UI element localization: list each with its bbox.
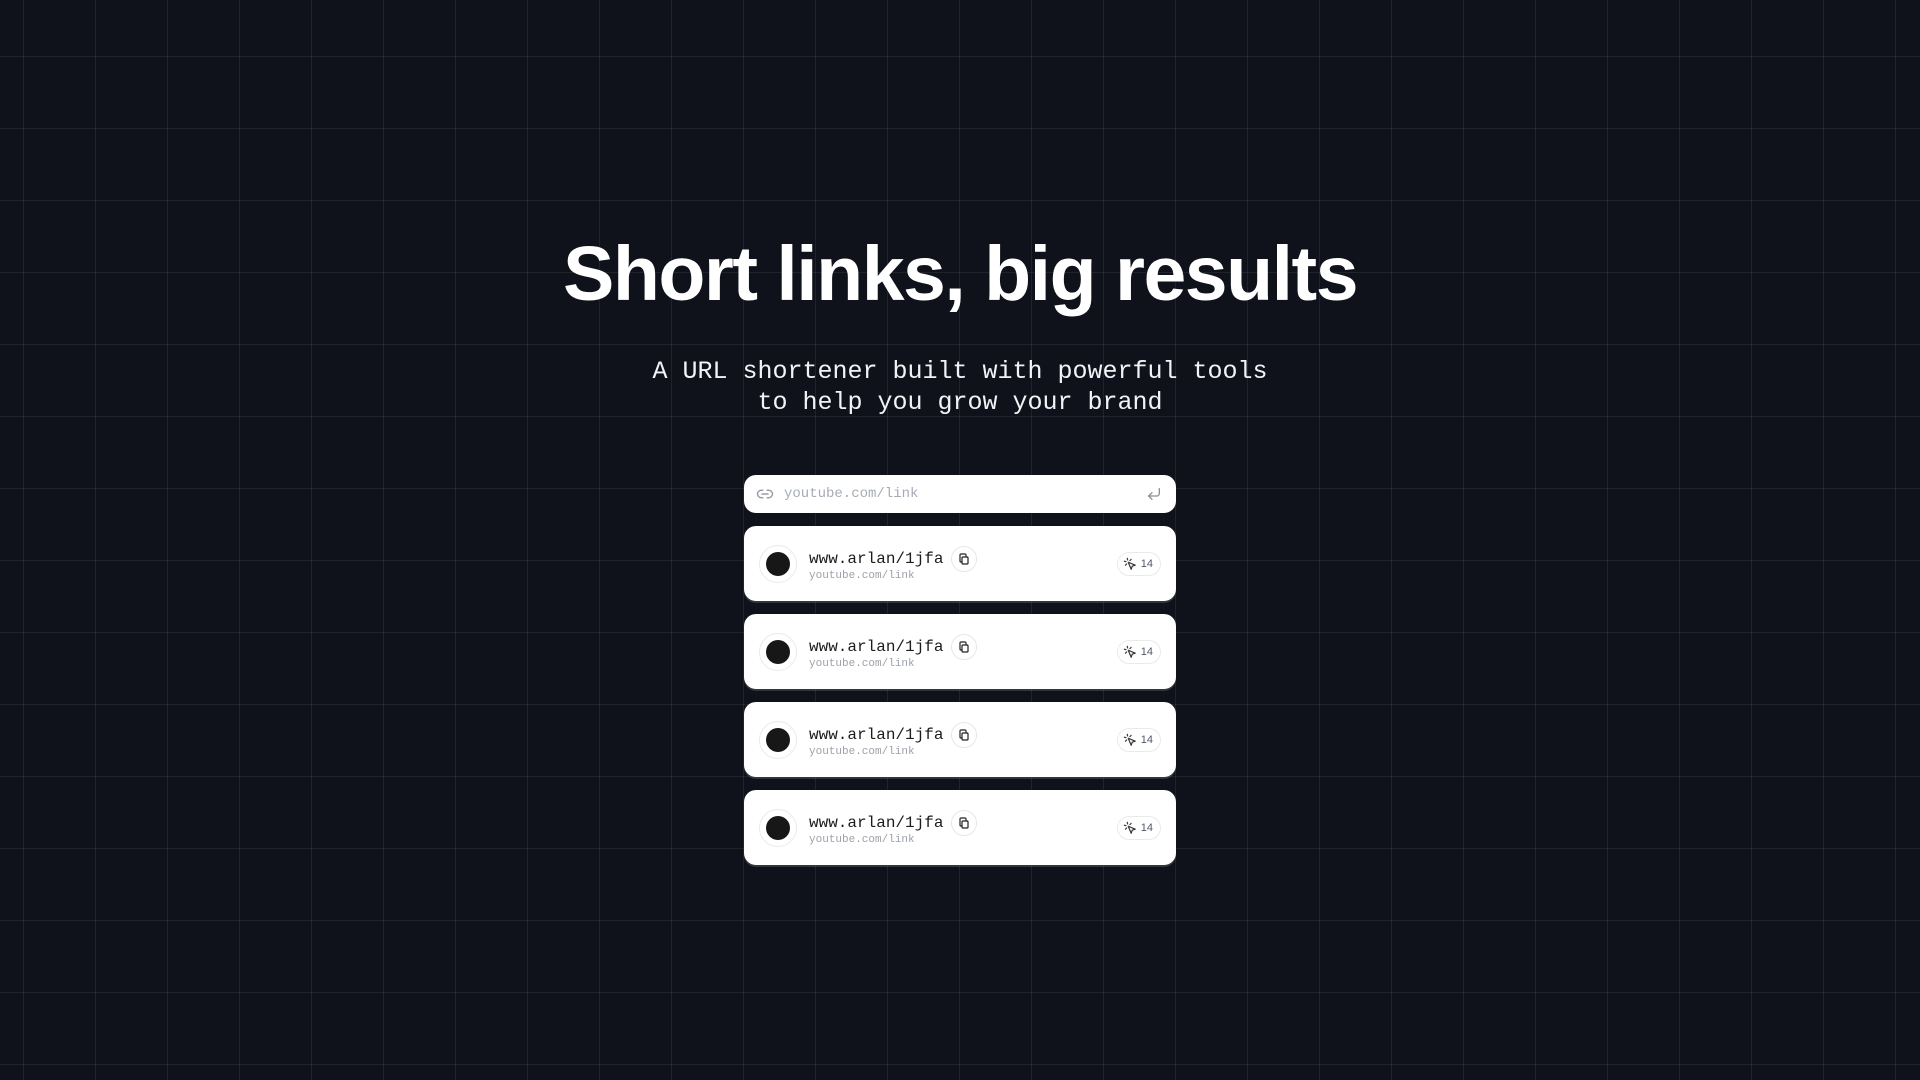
link-list: www.arlan/1jfa youtube.com/link 14 www.a… [744,526,1176,865]
cursor-click-icon [1123,733,1137,747]
enter-return-icon[interactable] [1144,484,1164,504]
copy-button[interactable] [951,545,978,572]
short-url[interactable]: www.arlan/1jfa [809,637,943,657]
favicon-avatar [759,808,797,847]
short-url[interactable]: www.arlan/1jfa [809,725,943,745]
link-icon [755,484,775,504]
original-url: youtube.com/link [809,657,915,670]
original-url: youtube.com/link [809,569,915,582]
short-url[interactable]: www.arlan/1jfa [809,813,943,833]
hero-subtitle-line-1: A URL shortener built with powerful tool… [652,357,1268,386]
copy-button[interactable] [951,809,978,836]
cursor-click-icon [1123,557,1137,571]
shortener-panel: www.arlan/1jfa youtube.com/link [744,475,1176,878]
clicks-badge[interactable]: 14 [1116,551,1161,576]
favicon-avatar [759,632,797,671]
copy-icon [959,728,970,741]
hero-subtitle: A URL shortener built with powerful tool… [0,356,1920,418]
clicks-count: 14 [1140,821,1153,834]
favicon-avatar [759,720,797,759]
url-input[interactable] [784,476,1144,512]
copy-icon [959,816,970,829]
clicks-count: 14 [1140,733,1153,746]
link-card[interactable]: www.arlan/1jfa youtube.com/link 14 [744,526,1176,601]
link-card[interactable]: www.arlan/1jfa youtube.com/link 14 [744,702,1176,777]
hero-title: Short links, big results [562,231,1359,317]
clicks-badge[interactable]: 14 [1116,815,1161,840]
url-input-bar [744,475,1176,513]
original-url: youtube.com/link [809,833,915,846]
copy-icon [959,640,970,653]
short-url[interactable]: www.arlan/1jfa [809,549,943,569]
link-card[interactable]: www.arlan/1jfa youtube.com/link 14 [744,614,1176,689]
cursor-click-icon [1123,821,1137,835]
copy-button[interactable] [951,721,978,748]
favicon-avatar [759,544,797,583]
copy-button[interactable] [951,633,978,660]
clicks-badge[interactable]: 14 [1116,727,1161,752]
copy-icon [959,552,970,565]
link-card[interactable]: www.arlan/1jfa youtube.com/link 14 [744,790,1176,865]
clicks-badge[interactable]: 14 [1116,639,1161,664]
cursor-click-icon [1123,645,1137,659]
clicks-count: 14 [1140,645,1153,658]
hero-subtitle-line-2: to help you grow your brand [757,388,1163,417]
original-url: youtube.com/link [809,745,915,758]
clicks-count: 14 [1140,557,1153,570]
